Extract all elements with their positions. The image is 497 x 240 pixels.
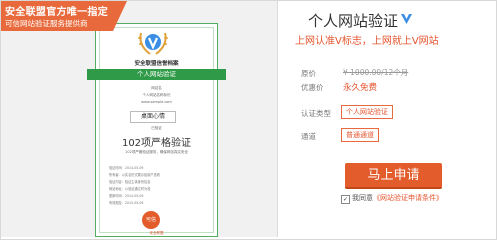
certificate-count: 102项严格验证	[121, 138, 192, 149]
cert-line-d: 已验证	[151, 126, 162, 130]
promo-label: 优惠价	[301, 83, 324, 92]
terms-link[interactable]: 《网站验证申请条件》	[373, 194, 443, 202]
cert-info-row: 验证内容：验证主体身份信息	[109, 180, 151, 184]
original-price: ¥ 1000.00/12个月	[343, 68, 409, 77]
product-title: 个人网站验证	[308, 12, 399, 30]
apply-button[interactable]: 马上申请	[345, 163, 442, 189]
panel-divider	[277, 1, 278, 237]
cert-info-row: 所有者：以实名形式展示给用户查看	[109, 173, 160, 177]
agree-checkbox[interactable]: ✓	[341, 195, 350, 204]
certificate-seal: 可信	[142, 211, 160, 229]
certificate-banner: 个人网站验证	[87, 69, 226, 80]
agree-prefix: 我同意	[352, 194, 373, 202]
type-label: 认证类型	[301, 109, 331, 118]
certificate-seal-label: 安全联盟	[149, 231, 164, 235]
type-option-personal[interactable]: 个人网站验证	[341, 105, 393, 119]
official-ribbon: 安全联盟官方唯一指定 可信网站验证服务提供商	[1, 1, 127, 31]
cert-count-caption: 102项严格验证服务，确保网站真实安全	[125, 150, 188, 154]
certificate-org: 安全联盟信誉档案	[134, 61, 179, 67]
certificate-card: 安全联盟信誉档案 个人网站验证 网站名 个人网站名称标识 www.sample.…	[87, 23, 226, 237]
cert-info-row: 网站地址：以验证通过时为准	[109, 187, 151, 191]
channel-option-normal[interactable]: 普通通道	[341, 128, 379, 142]
promo-price: 永久免费	[343, 83, 378, 93]
agree-terms: ✓ 我同意《网站验证申请条件》	[341, 193, 443, 204]
cert-line-b: 个人网站名称标识	[142, 93, 171, 97]
certificate-site-name: 桌面心情	[130, 111, 176, 123]
laurel-v-icon	[138, 32, 168, 55]
verified-v-icon	[401, 14, 412, 24]
cert-info-row: 有效期至：2015-05-09	[109, 201, 144, 205]
cert-line-c: www.sample.com	[141, 100, 172, 104]
product-subtitle: 上网认准V标志，上网就上V网站	[295, 36, 439, 47]
cert-info-row: 验证时间：2014-05-09	[109, 166, 144, 170]
certificate-preview-panel: 安全联盟信誉档案 个人网站验证 网站名 个人网站名称标识 www.sample.…	[1, 1, 277, 237]
ribbon-line1: 安全联盟官方唯一指定	[5, 7, 108, 18]
ribbon-line2: 可信网站验证服务提供商	[5, 19, 88, 28]
cert-line-a: 网站名	[151, 86, 162, 90]
price-label: 原价	[301, 69, 316, 78]
channel-label: 通道	[301, 132, 316, 141]
cert-info-row: 更新时间：2014-05-09	[109, 194, 144, 198]
